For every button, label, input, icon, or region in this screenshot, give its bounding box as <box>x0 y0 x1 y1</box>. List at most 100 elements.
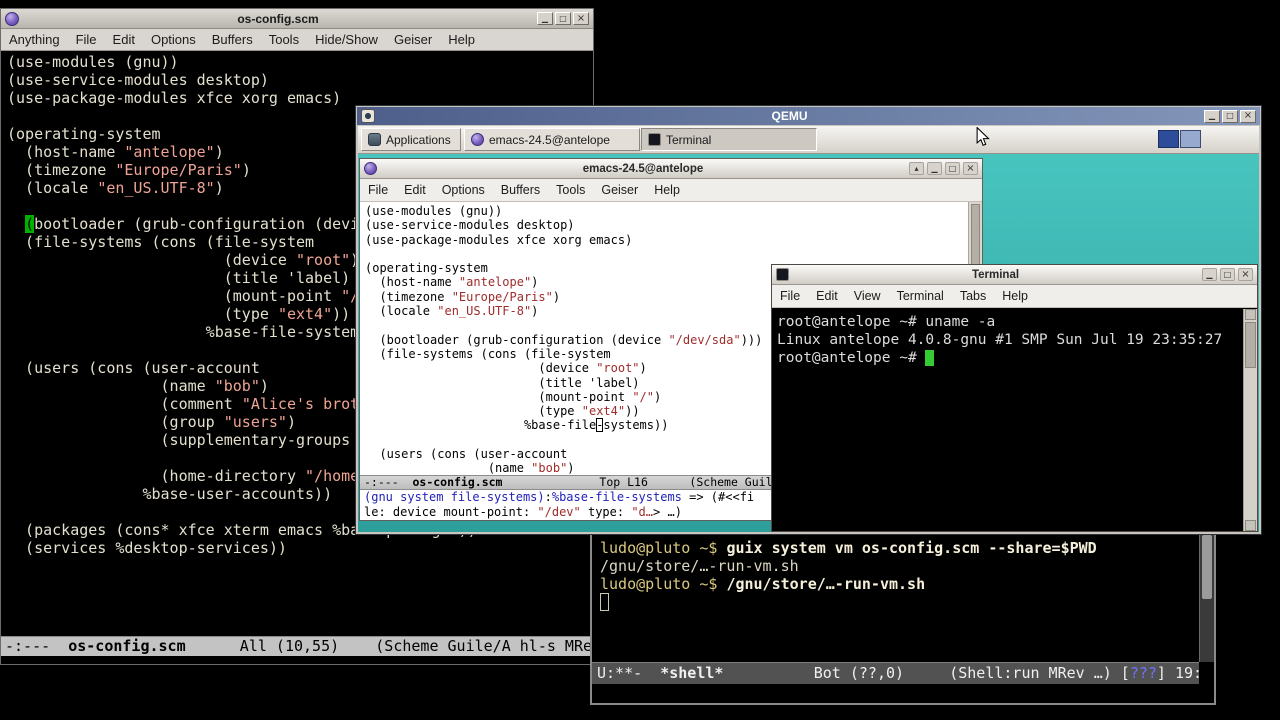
text-line: -:--- os-config.scm All (10,55) (Scheme … <box>5 637 593 656</box>
maximize-icon <box>1226 112 1234 120</box>
guest-terminal-titlebar[interactable]: Terminal <box>772 265 1257 285</box>
minimize-icon <box>931 165 937 173</box>
host-emacs-minibuffer[interactable] <box>1 656 593 664</box>
qemu-icon <box>361 109 375 123</box>
close-icon <box>1244 111 1252 121</box>
text-line <box>600 593 1197 611</box>
minimize-button[interactable] <box>1204 110 1220 123</box>
menu-edit[interactable]: Edit <box>396 183 434 197</box>
menu-help[interactable]: Help <box>994 289 1036 303</box>
guest-terminal-window: Terminal FileEditViewTerminalTabsHelp ro… <box>771 264 1258 532</box>
guest-desktop[interactable]: Applications emacs-24.5@antelope Termina… <box>358 126 1259 532</box>
minimize-button[interactable] <box>537 12 553 25</box>
shell-modeline: U:**- *shell* Bot (??,0) (Shell:run MRev… <box>592 662 1199 684</box>
qemu-title: QEMU <box>379 109 1200 123</box>
taskbar-item-terminal[interactable]: Terminal <box>641 128 817 151</box>
menu-geiser[interactable]: Geiser <box>593 183 646 197</box>
host-emacs-titlebar[interactable]: os-config.scm <box>1 9 593 29</box>
guest-emacs-title: emacs-24.5@antelope <box>381 163 905 175</box>
text-line: (use-modules (gnu)) <box>365 204 968 218</box>
menu-terminal[interactable]: Terminal <box>889 289 952 303</box>
text-line: root@antelope ~# uname -a <box>777 313 1243 331</box>
menu-file[interactable]: File <box>360 183 396 197</box>
window-controls <box>1202 268 1253 281</box>
text-line: /gnu/store/…-run-vm.sh <box>600 557 1197 575</box>
guest-emacs-titlebar[interactable]: emacs-24.5@antelope <box>360 159 982 179</box>
text-line <box>365 247 968 261</box>
applications-label: Applications <box>386 133 451 147</box>
shell-minibuffer[interactable] <box>592 684 1214 703</box>
menu-edit[interactable]: Edit <box>808 289 846 303</box>
window-controls <box>1204 110 1256 123</box>
text-line: (services %desktop-services)) <box>7 539 593 557</box>
scroll-down-arrow-icon[interactable] <box>1245 520 1256 531</box>
menu-buffers[interactable]: Buffers <box>204 32 261 47</box>
guest-emacs-menubar: FileEditOptionsBuffersToolsGeiserHelp <box>360 179 982 202</box>
maximize-button[interactable] <box>555 12 571 25</box>
menu-edit[interactable]: Edit <box>105 32 143 47</box>
guest-taskbar: Applications emacs-24.5@antelope Termina… <box>358 126 1259 154</box>
maximize-button[interactable] <box>945 162 960 175</box>
applications-icon <box>368 133 381 146</box>
menu-buffers[interactable]: Buffers <box>493 183 548 197</box>
text-line: root@antelope ~# <box>777 349 1243 367</box>
minimize-button[interactable] <box>1202 268 1217 281</box>
taskbar-item-terminal-label: Terminal <box>666 133 711 147</box>
text-line: ludo@pluto ~$ /gnu/store/…-run-vm.sh <box>600 575 1197 593</box>
text-line: (use-package-modules xfce xorg emacs) <box>365 233 968 247</box>
menu-geiser[interactable]: Geiser <box>386 32 440 47</box>
host-emacs-title: os-config.scm <box>23 12 533 26</box>
emacs-icon <box>364 162 377 175</box>
menu-help[interactable]: Help <box>440 32 483 47</box>
menu-file[interactable]: File <box>772 289 808 303</box>
workspace-pager <box>1158 130 1201 148</box>
menu-options[interactable]: Options <box>143 32 204 47</box>
minimize-icon <box>1209 112 1215 120</box>
guest-terminal-title: Terminal <box>793 269 1198 281</box>
text-line: (use-modules (gnu)) <box>7 53 593 71</box>
emacs-icon <box>471 133 484 146</box>
close-button[interactable] <box>1238 268 1253 281</box>
terminal-icon <box>776 268 789 281</box>
taskbar-item-emacs[interactable]: emacs-24.5@antelope <box>464 128 640 151</box>
menu-tools[interactable]: Tools <box>548 183 593 197</box>
minimize-button[interactable] <box>927 162 942 175</box>
host-emacs-menubar: AnythingFileEditOptionsBuffersToolsHide/… <box>1 29 593 51</box>
scroll-up-arrow-icon[interactable] <box>1245 309 1256 320</box>
terminal-icon <box>648 133 661 146</box>
menu-tools[interactable]: Tools <box>261 32 307 47</box>
text-line: ludo@pluto ~$ guix system vm os-config.s… <box>600 539 1197 557</box>
host-emacs-modeline: -:--- os-config.scm All (10,55) (Scheme … <box>1 636 593 656</box>
scrollbar-thumb[interactable] <box>1202 535 1212 599</box>
maximize-button[interactable] <box>1220 268 1235 281</box>
maximize-icon <box>559 15 567 23</box>
scrollbar-thumb[interactable] <box>1245 322 1256 368</box>
mouse-cursor <box>976 127 990 147</box>
menu-options[interactable]: Options <box>434 183 493 197</box>
close-button[interactable] <box>1240 110 1256 123</box>
menu-file[interactable]: File <box>68 32 105 47</box>
shell-scrollbar[interactable] <box>1199 531 1214 662</box>
close-icon <box>1241 270 1249 280</box>
menu-view[interactable]: View <box>846 289 889 303</box>
taskbar-item-emacs-label: emacs-24.5@antelope <box>489 133 610 147</box>
guest-terminal-screen[interactable]: root@antelope ~# uname -aLinux antelope … <box>772 309 1243 531</box>
shade-button[interactable] <box>909 162 924 175</box>
shell-buffer[interactable]: ludo@pluto ~$ guix system vm os-config.s… <box>592 531 1197 662</box>
close-button[interactable] <box>573 12 589 25</box>
guest-terminal-menubar: FileEditViewTerminalTabsHelp <box>772 285 1257 308</box>
qemu-titlebar[interactable]: QEMU <box>357 107 1260 125</box>
menu-tabs[interactable]: Tabs <box>952 289 994 303</box>
workspace-2[interactable] <box>1180 130 1201 148</box>
window-controls <box>537 12 589 25</box>
menu-anything[interactable]: Anything <box>1 32 68 47</box>
applications-menu-button[interactable]: Applications <box>361 128 461 151</box>
guest-terminal-scrollbar[interactable] <box>1243 309 1257 531</box>
text-line: (use-service-modules desktop) <box>365 218 968 232</box>
menu-help[interactable]: Help <box>646 183 688 197</box>
menu-hide-show[interactable]: Hide/Show <box>307 32 386 47</box>
workspace-1[interactable] <box>1158 130 1179 148</box>
text-line: Linux antelope 4.0.8-gnu #1 SMP Sun Jul … <box>777 331 1243 349</box>
close-button[interactable] <box>963 162 978 175</box>
maximize-button[interactable] <box>1222 110 1238 123</box>
